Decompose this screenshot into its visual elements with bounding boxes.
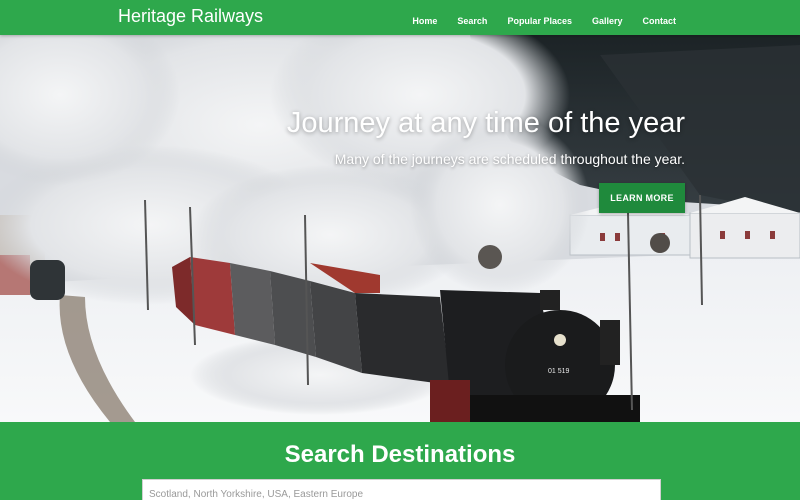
learn-more-button[interactable]: LEARN MORE <box>599 183 685 213</box>
search-title: Search Destinations <box>284 441 516 468</box>
hero-background-image: 01 519 <box>0 35 800 422</box>
nav-link-popular-places[interactable]: Popular Places <box>507 16 572 26</box>
nav-link-search[interactable]: Search <box>457 16 487 26</box>
search-section: Search Destinations <box>0 422 800 500</box>
nav-link-home[interactable]: Home <box>412 16 437 26</box>
locomotive-number-plate: 01 519 <box>548 368 570 375</box>
navbar: Heritage Railways Home Search Popular Pl… <box>0 0 800 35</box>
nav-menu: Home Search Popular Places Gallery Conta… <box>392 11 676 29</box>
hero-title: Journey at any time of the year <box>286 107 685 139</box>
search-input[interactable] <box>142 479 661 500</box>
hero-subtitle: Many of the journeys are scheduled throu… <box>334 151 685 167</box>
brand-logo[interactable]: Heritage Railways <box>118 6 263 27</box>
hero-section: 01 519 Journey at any time of the year M… <box>0 35 800 422</box>
nav-link-contact[interactable]: Contact <box>643 16 677 26</box>
nav-link-gallery[interactable]: Gallery <box>592 16 623 26</box>
